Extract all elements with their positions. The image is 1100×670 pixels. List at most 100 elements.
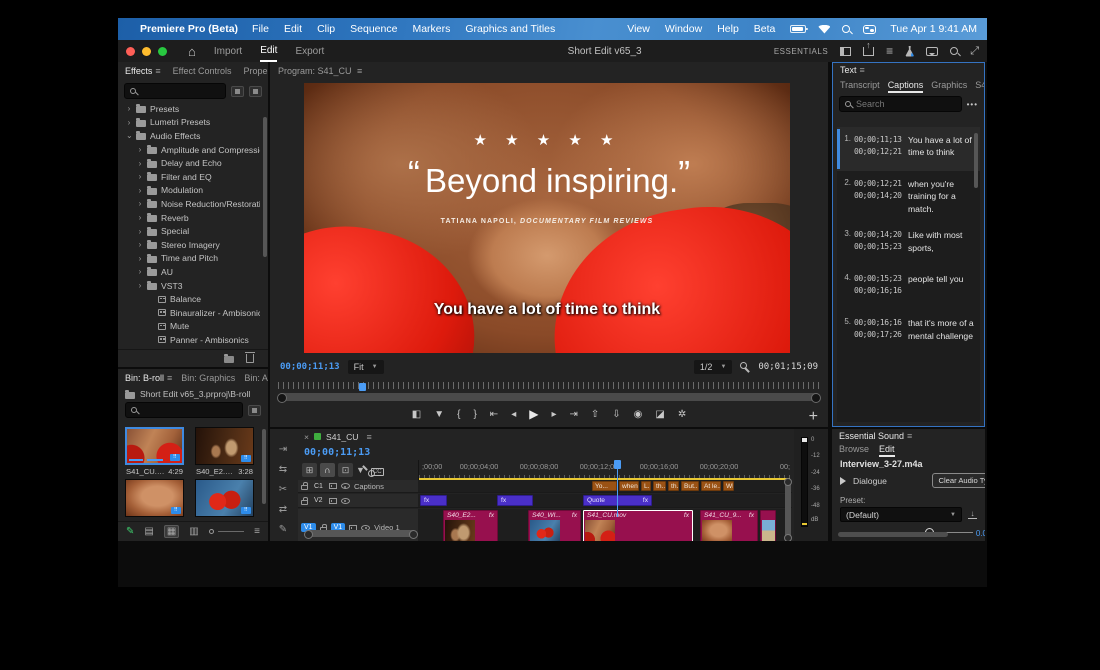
graphic-clip[interactable]: fx [420,495,447,506]
new-custom-bin-icon[interactable] [224,356,234,363]
bin-search-input[interactable] [125,402,243,418]
track-visibility-icon[interactable] [341,498,350,504]
caption-clip[interactable]: th... [653,481,666,491]
tree-item[interactable]: ›Presets [118,102,260,116]
tab-program[interactable]: Program: S41_CU [278,66,352,76]
workspaces-icon[interactable]: ≡ [886,44,893,58]
tab-properties[interactable]: Propertie [244,66,269,76]
linked-selection-icon[interactable]: ⊡ [338,463,353,477]
nav-export[interactable]: Export [295,42,324,61]
track-lock-icon[interactable] [301,485,308,490]
menubar-item[interactable]: Window [665,23,702,35]
caption-clip[interactable]: But... [681,481,699,491]
tab-captions[interactable]: Captions [888,77,924,93]
chevron-icon[interactable]: › [137,186,143,195]
track-sync-icon[interactable] [329,498,337,504]
mark-in-icon[interactable]: { [457,409,460,420]
track-chip[interactable]: V2 [312,497,325,504]
caption-text[interactable]: You have a lot of time to think [906,134,976,164]
menubar-item[interactable]: View [627,23,650,35]
caption-clip[interactable]: L... [641,481,651,491]
chevron-icon[interactable]: › [137,227,143,236]
chevron-icon[interactable]: › [137,240,143,249]
caption-row[interactable]: 2.00;00;12;2100;00;14;20when you're trai… [837,171,980,222]
clip-thumbnail[interactable]: ⠿ [125,479,184,517]
captions-search-input[interactable]: Search [839,96,962,112]
program-video-frame[interactable]: ★ ★ ★ ★ ★ “ Beyond inspiring.” TATIANA N… [304,83,790,353]
step-back-icon[interactable]: ◂ [511,409,516,420]
icon-view-icon[interactable]: ▦ [164,525,179,538]
tab-bin-audio[interactable]: Bin: Au [244,373,268,383]
thumbnail-zoom-slider[interactable] [209,529,244,534]
mark-out-icon[interactable]: } [473,409,476,420]
caption-clip[interactable]: th... [668,481,679,491]
minimize-window-button[interactable] [142,47,151,56]
help-search-icon[interactable] [950,47,958,55]
tab-effects[interactable]: Effects≡ [125,66,161,76]
tree-item[interactable]: ›AU [118,265,260,279]
bin-item[interactable]: ⠿S40_E2.mov3:28 [195,427,254,476]
tree-item[interactable]: ›Modulation [118,184,260,198]
caption-text[interactable]: people tell you [906,273,976,303]
tab-cutoff[interactable]: S4 [975,80,985,90]
video-clip[interactable]: S41_CU_9...fx [700,510,758,541]
save-preset-icon[interactable]: ↓ [968,510,977,519]
tree-item[interactable]: ›Delay and Echo [118,156,260,170]
clear-audio-type-button[interactable]: Clear Audio Typ [932,473,985,488]
clip-thumbnail[interactable]: ⠿ [125,427,184,465]
program-current-timecode[interactable]: 00;00;11;13 [280,362,340,372]
clip-thumbnail[interactable]: ⠿ [195,479,254,517]
caption-text[interactable]: that it's more of a mental challenge [906,317,976,347]
tree-item[interactable]: ›Stereo Imagery [118,238,260,252]
caption-clip[interactable]: At le... [701,481,721,491]
program-playhead[interactable] [359,383,366,391]
timeline-timecode[interactable]: 00;00;11;13 [304,447,370,458]
battery-icon[interactable] [790,25,806,33]
playback-resolution-dropdown[interactable]: 1/2▼ [694,360,732,374]
video-clip[interactable]: S40_WI...fx [528,510,581,541]
insert-as-nested-icon[interactable]: ⊞ [302,463,317,477]
chevron-icon[interactable]: › [137,213,143,222]
tree-item[interactable]: ›Time and Pitch [118,252,260,266]
bin-item[interactable]: ⠿S40_WI.mov4:21 [195,479,254,519]
go-to-out-icon[interactable]: ⇥ [569,409,577,420]
ripple-edit-tool[interactable]: ⇆ [279,464,287,475]
tree-item[interactable]: Panner - Ambisonics [118,333,260,347]
timeline-ruler[interactable]: ;00;0000;00;04;0000;00;08;0000;00;12;000… [418,460,790,480]
step-forward-icon[interactable]: ▸ [551,409,556,420]
graphic-clip[interactable]: fx [497,495,533,506]
chevron-icon[interactable]: › [137,159,143,168]
track-content[interactable]: S40_E2...fxS40_WI...fxS41_CU.movfxS41_CU… [418,509,790,541]
tab-effect-controls[interactable]: Effect Controls [173,66,232,76]
timeline-playhead[interactable] [617,460,618,517]
caption-row[interactable]: 5.00;00;16;1600;00;17;26that it's more o… [837,310,980,354]
tab-graphics[interactable]: Graphics [931,80,967,90]
video-clip[interactable]: S41_CU.movfx [583,510,693,541]
menubar-item[interactable]: Beta [754,23,776,35]
beta-flask-icon[interactable] [905,46,914,57]
play-icon[interactable]: ▶ [529,407,538,421]
feedback-icon[interactable] [926,47,938,56]
home-icon[interactable]: ⌂ [188,44,196,59]
fullscreen-icon[interactable]: ⤢ [970,45,979,58]
captions-scrollbar[interactable] [974,133,978,188]
chevron-icon[interactable]: › [126,104,132,113]
chevron-icon[interactable]: ⌄ [126,131,132,140]
add-marker-icon[interactable]: ▼ [434,409,444,420]
bin-folder-icon[interactable] [125,392,135,399]
tree-item[interactable]: ›Noise Reduction/Restoration [118,197,260,211]
bin-item[interactable]: ⠿S41_CU_9...4:00 [125,479,184,519]
program-scrollbar[interactable] [278,393,820,401]
caption-text[interactable]: Like with most sports, [906,229,976,259]
track-lock-icon[interactable] [301,500,308,505]
control-center-icon[interactable] [863,25,876,34]
menubar-item[interactable]: File [252,23,269,35]
tree-item[interactable]: Balance [118,292,260,306]
chevron-icon[interactable]: › [137,267,143,276]
caption-row[interactable]: 1.00;00;11;1300;00;12;21You have a lot o… [837,127,980,171]
chevron-icon[interactable]: › [137,145,143,154]
menubar-item[interactable]: Markers [412,23,450,35]
list-view-icon[interactable]: ▤ [144,526,153,537]
panel-essential-sound-header[interactable]: Essential Sound≡ [839,431,912,441]
wifi-icon[interactable] [818,25,830,34]
